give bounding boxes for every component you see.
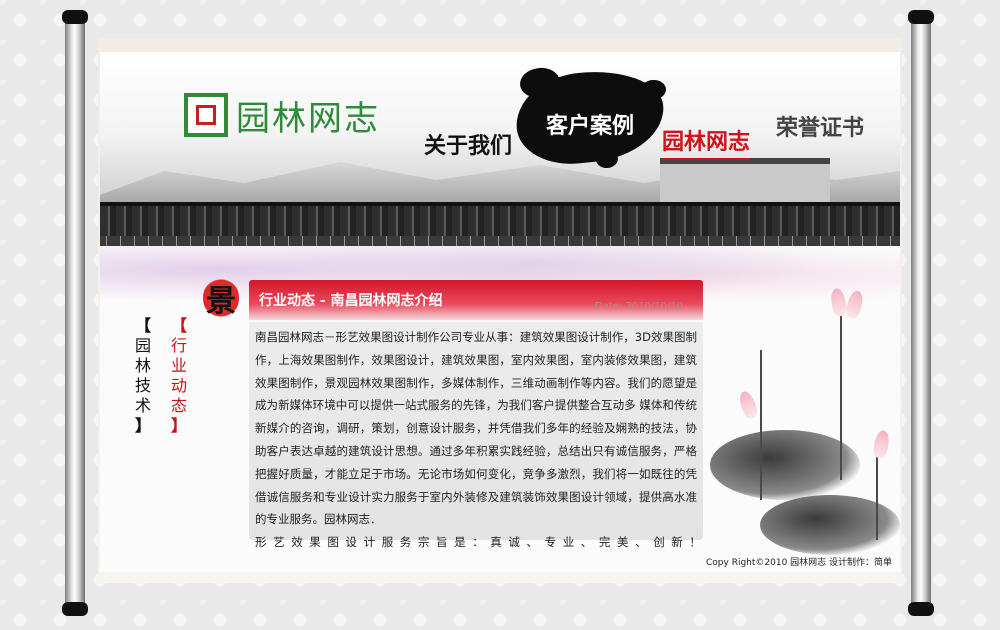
- article-header: 行业动态 - 南昌园林网志介绍 Date: 2010/10/10: [249, 280, 703, 320]
- article-text: 南昌园林网志－形艺效果图设计制作公司专业从事：建筑效果图设计制作，3D效果图制作…: [255, 330, 697, 527]
- roof-tiles: [100, 202, 900, 240]
- scroll-rod-left: [62, 10, 88, 616]
- article-date: Date: 2010/10/10: [594, 301, 683, 312]
- bracket-open: 【: [134, 316, 151, 335]
- lotus-leaf-icon: [710, 430, 860, 500]
- seal-icon: 景: [203, 276, 239, 320]
- lotus-flower-icon: [872, 429, 891, 460]
- lotus-flower-icon: [844, 289, 866, 320]
- lotus-flower-icon: [829, 287, 848, 318]
- side-tab-label: 行业动态: [170, 336, 187, 415]
- copyright: Copy Right©2010 园林网志 设计制作：简单: [706, 558, 893, 568]
- article-body: 南昌园林网志－形艺效果图设计制作公司专业从事：建筑效果图设计制作，3D效果图制作…: [249, 322, 703, 549]
- side-tab-label: 园林技术: [134, 336, 151, 415]
- bracket-open: 【: [170, 316, 187, 335]
- lotus-flower-icon: [736, 389, 760, 421]
- lotus-stem: [760, 350, 762, 500]
- nav-about[interactable]: 关于我们: [424, 128, 512, 160]
- nav-journal[interactable]: 园林网志: [662, 124, 751, 160]
- site-logo[interactable]: 园林网志: [184, 90, 380, 140]
- bracket-close: 】: [170, 416, 187, 435]
- scroll-rod-right: [908, 10, 934, 616]
- logo-text: 园林网志: [236, 98, 380, 139]
- article-title: 行业动态 - 南昌园林网志介绍: [259, 293, 443, 309]
- roof-eaves: [100, 236, 900, 246]
- lotus-illustration: [700, 280, 900, 580]
- article-slogan: 形艺效果图设计服务宗旨是：真诚、专业、完美、创新！: [255, 535, 708, 550]
- logo-icon: [184, 93, 228, 137]
- lotus-stem: [840, 310, 842, 480]
- bracket-close: 】: [134, 416, 151, 435]
- nav-cases[interactable]: 客户案例: [546, 108, 634, 140]
- lotus-stem: [876, 450, 878, 540]
- nav-honor[interactable]: 荣誉证书: [776, 110, 864, 142]
- side-tab-garden-tech[interactable]: 【 园林技术 】: [133, 316, 153, 436]
- side-tab-industry-news[interactable]: 【 行业动态 】: [169, 316, 189, 436]
- lotus-leaf-icon: [760, 495, 900, 555]
